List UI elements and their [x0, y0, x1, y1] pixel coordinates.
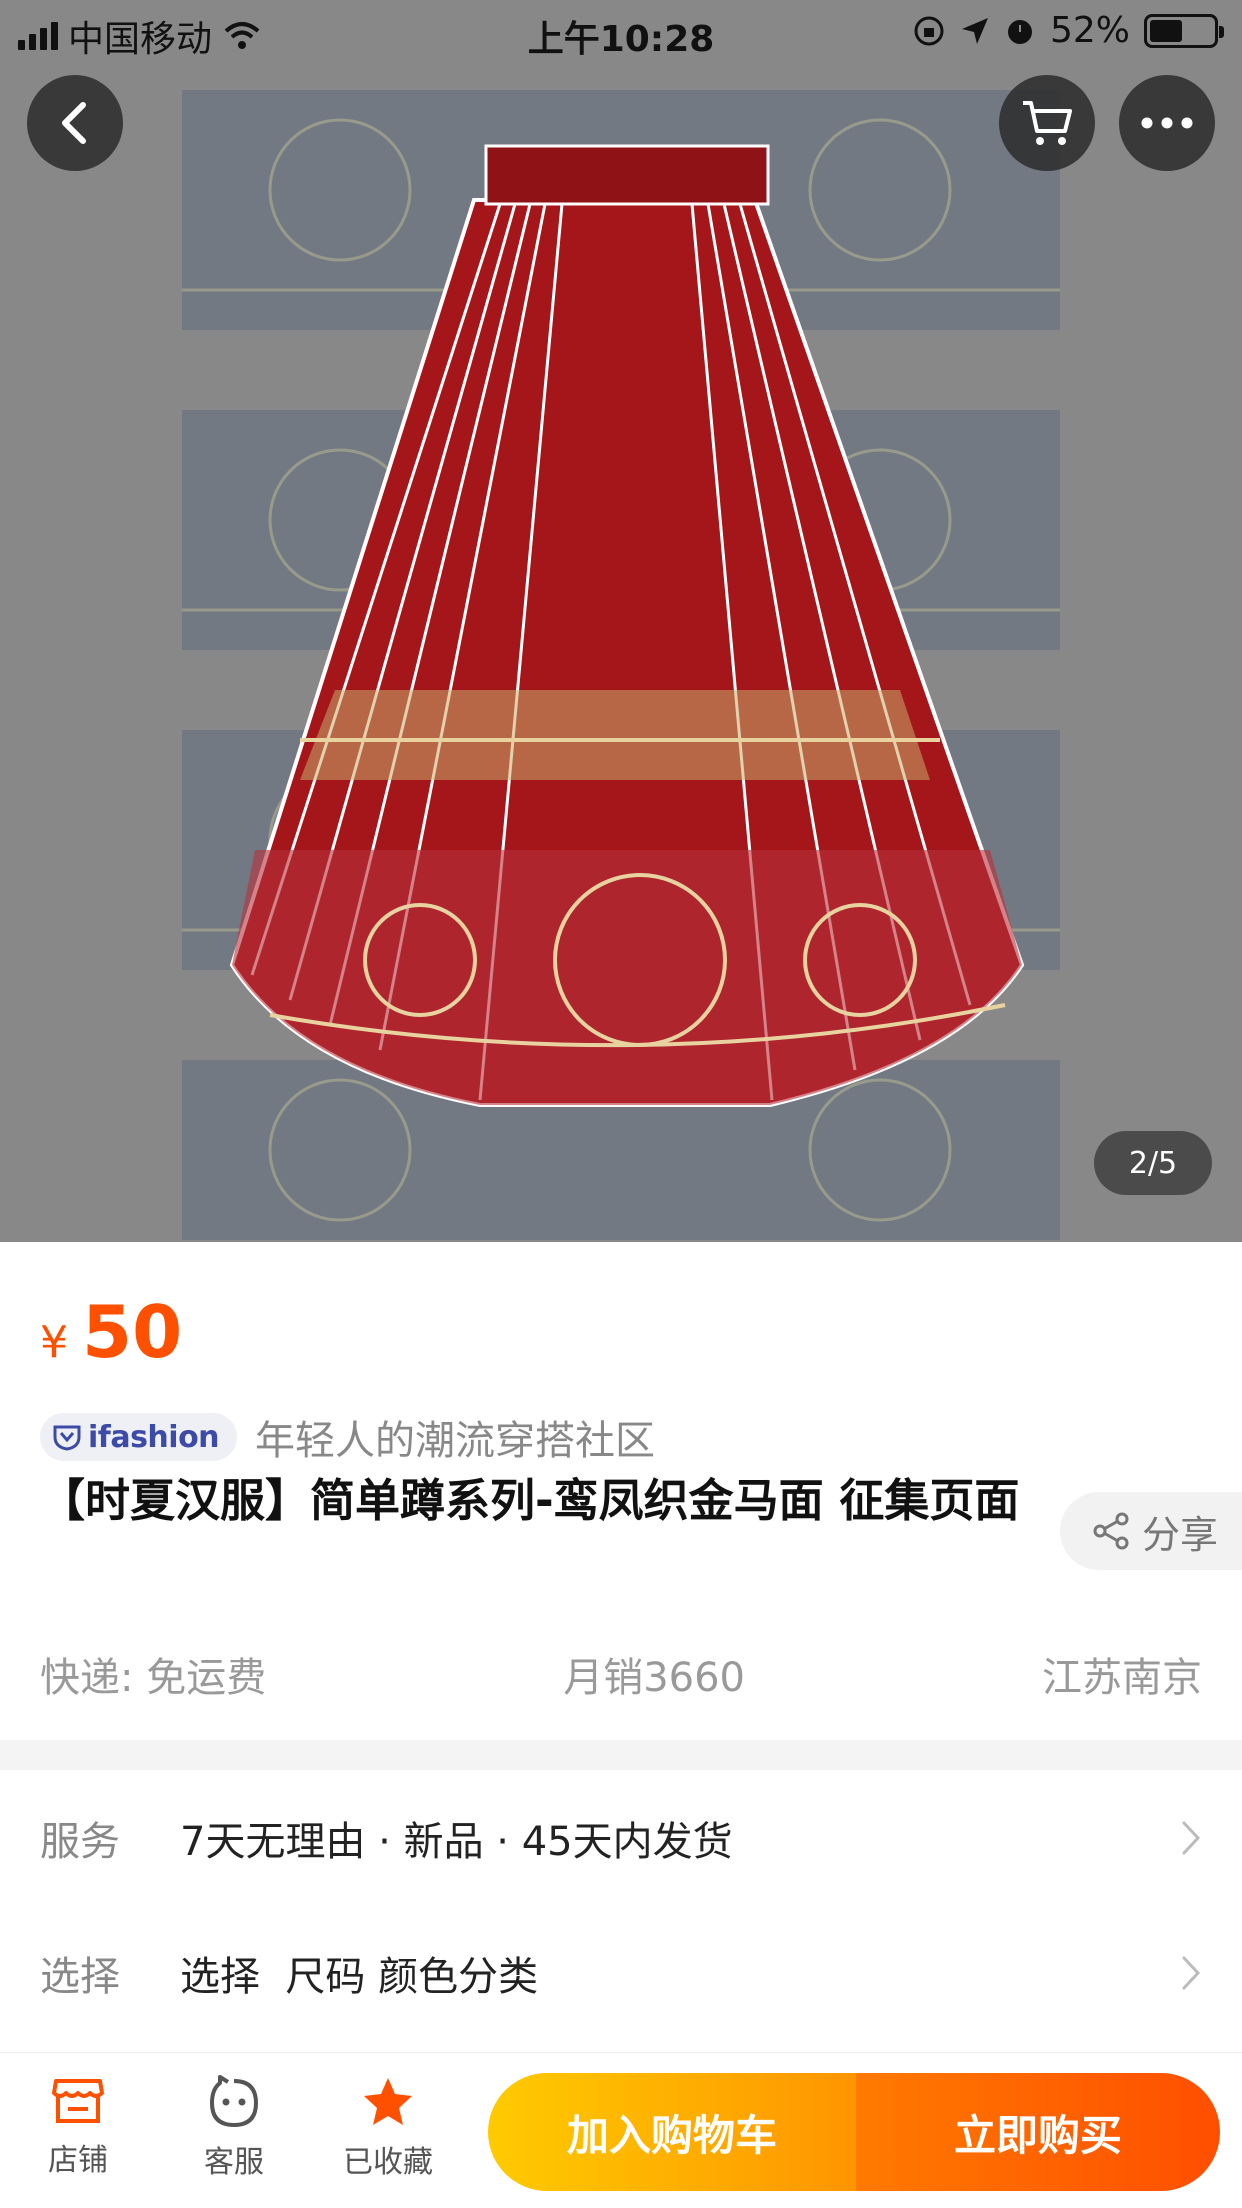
monthly-sales: 月销3660 — [563, 1655, 745, 1701]
status-bar: 中国移动 上午10:28 52% — [0, 0, 1242, 62]
battery-percent: 52% — [1049, 10, 1130, 51]
customer-service-tab[interactable]: 客服 — [174, 2075, 294, 2181]
product-title: 【时夏汉服】简单蹲系列-鸾凤织金马面 征集页面 — [40, 1474, 1020, 1527]
ifashion-tagline: 年轻人的潮流穿搭社区 — [255, 1418, 656, 1464]
product-image — [0, 0, 1242, 1242]
shipping-info: 快递: 免运费 — [40, 1655, 267, 1701]
add-to-cart-button[interactable]: 加入购物车 — [488, 2073, 856, 2191]
chevron-right-icon — [1182, 1956, 1201, 1990]
select-row[interactable]: 选择 选择 尺码 颜色分类 — [0, 1906, 1242, 2040]
ifashion-logo-icon — [53, 1425, 81, 1451]
store-label: 店铺 — [48, 2143, 108, 2178]
store-tab[interactable]: 店铺 — [18, 2075, 138, 2179]
price-value: 50 — [82, 1290, 183, 1374]
ifashion-brand: ifashion — [88, 1419, 220, 1455]
product-detail-page: 中国移动 上午10:28 52% 2/5 ¥ 50 ifashion 年轻人的潮… — [0, 0, 1242, 2208]
shopping-cart-icon — [1023, 101, 1072, 145]
cart-button[interactable] — [999, 75, 1095, 171]
service-row[interactable]: 服务 7天无理由 · 新品 · 45天内发货 — [0, 1771, 1242, 1905]
price: ¥ 50 — [40, 1290, 182, 1374]
location-arrow-icon — [961, 17, 988, 44]
back-button[interactable] — [27, 75, 123, 171]
chevron-left-icon — [62, 102, 86, 144]
share-label: 分享 — [1142, 1512, 1219, 1557]
service-label: 服务 — [40, 1819, 120, 1865]
share-icon — [1093, 1512, 1129, 1550]
ifashion-row[interactable]: ifashion 年轻人的潮流穿搭社区 — [40, 1410, 655, 1464]
buy-now-button[interactable]: 立即购买 — [856, 2073, 1220, 2191]
meta-row: 快递: 免运费 月销3660 江苏南京 — [40, 1645, 1202, 1703]
customer-service-icon — [210, 2075, 258, 2127]
status-right: 52% — [912, 10, 1224, 51]
customer-service-label: 客服 — [204, 2145, 264, 2180]
select-value: 选择 尺码 颜色分类 — [180, 1954, 539, 2000]
more-dots-icon — [1141, 117, 1193, 129]
chevron-right-icon — [1182, 1821, 1201, 1855]
store-icon — [52, 2079, 104, 2123]
ship-location: 江苏南京 — [1042, 1655, 1202, 1701]
favorite-tab[interactable]: 已收藏 — [328, 2075, 448, 2181]
service-value: 7天无理由 · 新品 · 45天内发货 — [180, 1819, 733, 1865]
section-divider — [0, 1740, 1242, 1770]
select-label: 选择 — [40, 1954, 120, 2000]
more-button[interactable] — [1119, 75, 1215, 171]
share-button[interactable]: 分享 — [1060, 1492, 1242, 1570]
favorite-label: 已收藏 — [343, 2145, 433, 2180]
currency-symbol: ¥ — [40, 1317, 68, 1368]
product-image-carousel[interactable]: 中国移动 上午10:28 52% 2/5 — [0, 0, 1242, 1242]
alarm-icon — [1007, 19, 1032, 44]
battery-icon — [1144, 13, 1224, 48]
bottom-action-bar: 店铺 客服 已收藏 加入购物车 立即购买 — [0, 2052, 1242, 2208]
star-filled-icon — [364, 2078, 412, 2125]
ifashion-badge[interactable]: ifashion — [40, 1413, 238, 1461]
orientation-lock-icon — [914, 16, 944, 45]
image-page-indicator: 2/5 — [1094, 1131, 1212, 1195]
